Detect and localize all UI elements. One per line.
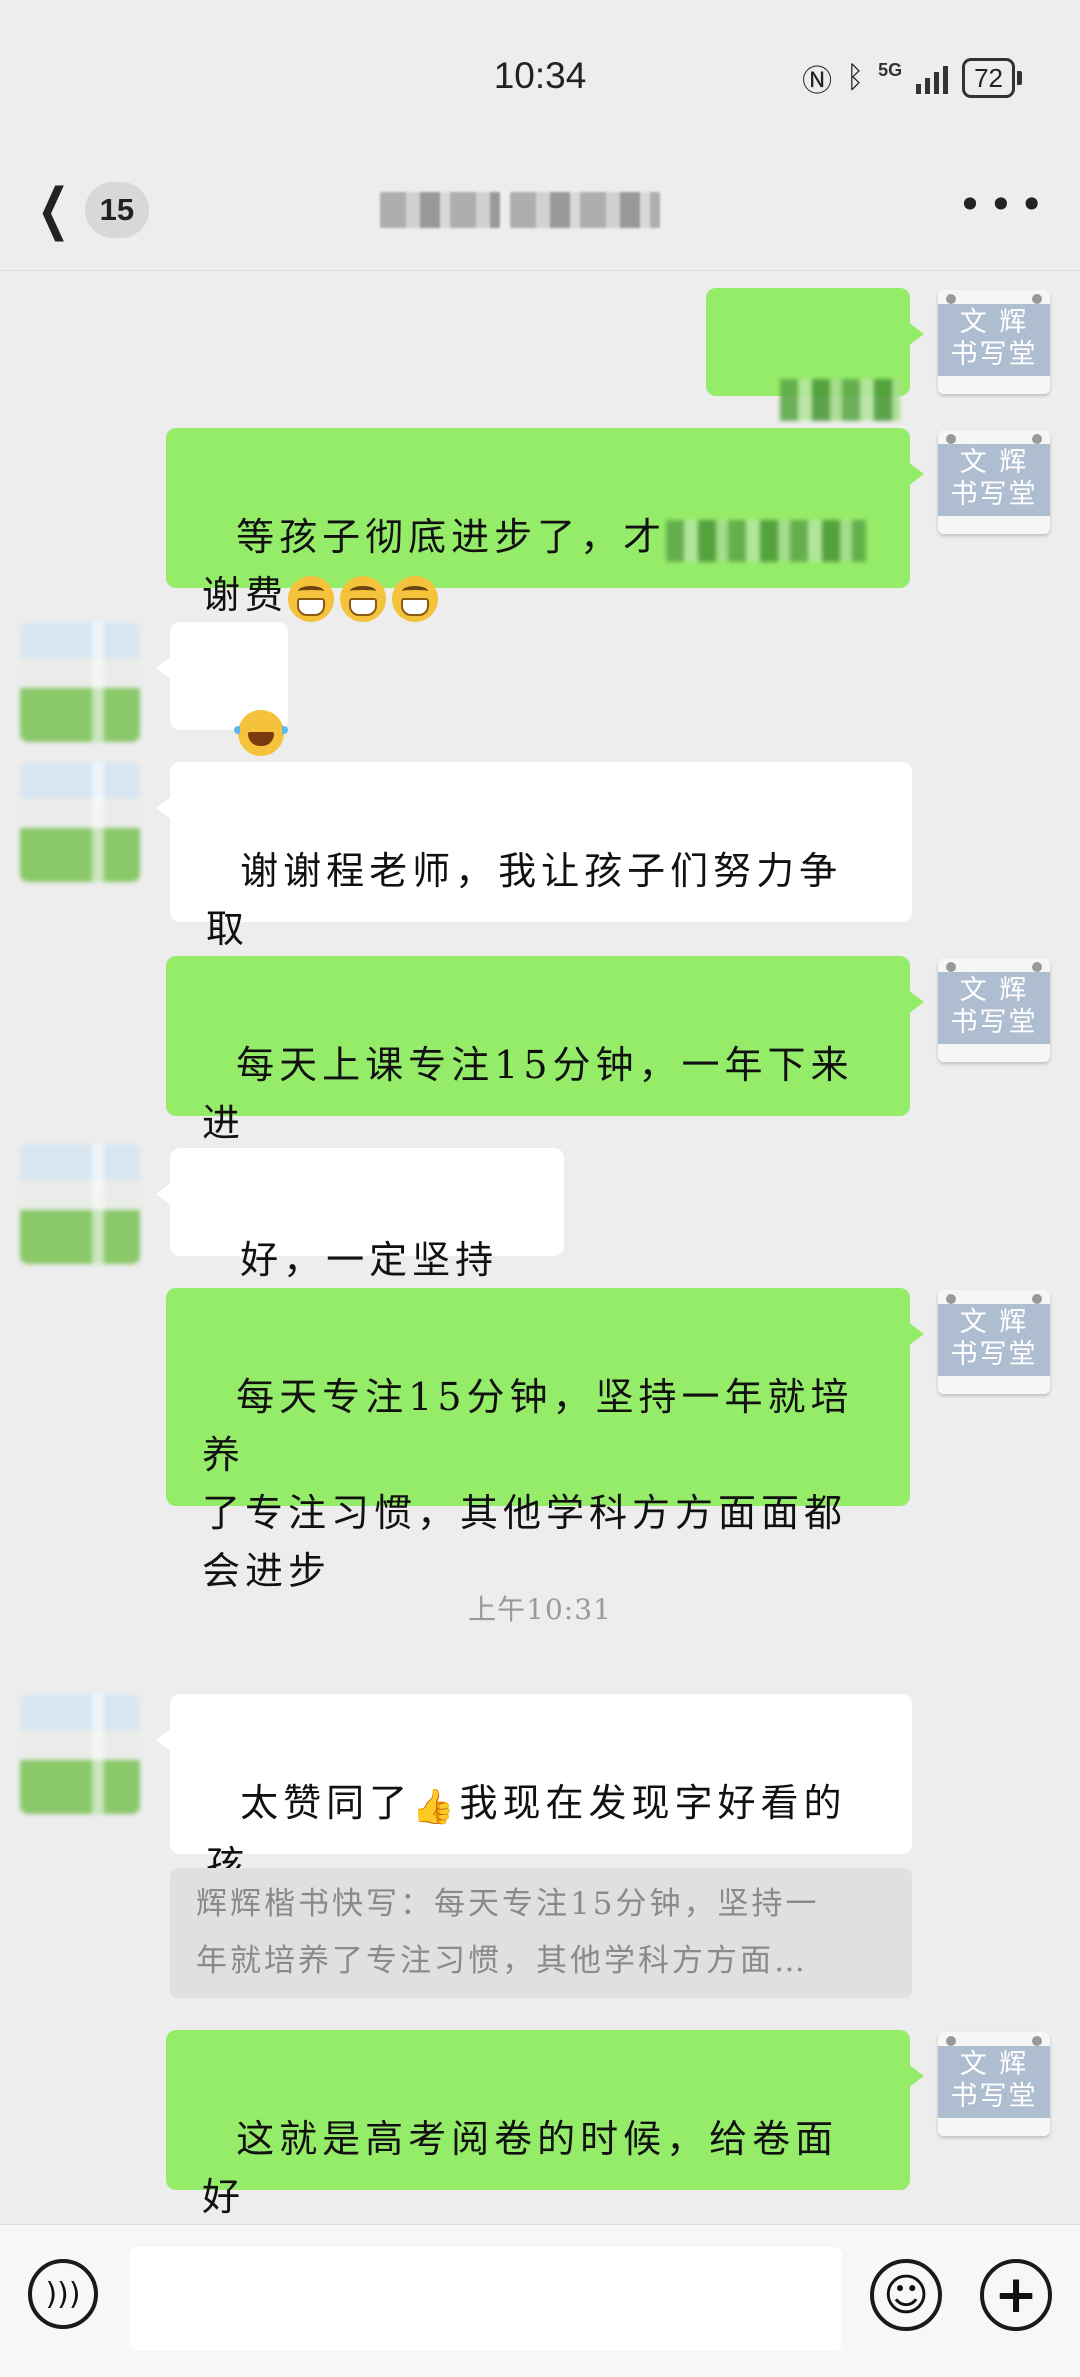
avatar-other[interactable] [20,1694,140,1814]
input-bar: ))) ☺ + [0,2224,1080,2377]
message-bubble-other[interactable]: 谢谢程老师，我让孩子们努力争取 当你的得意门生 [156,762,912,1009]
chat-header: ❮ 15 ••• [0,150,1080,271]
battery-icon: 72 [962,58,1022,98]
avatar-other[interactable] [20,762,140,882]
grinning-emoji [288,575,335,622]
message-text: 太赞同了 [240,1781,413,1825]
grinning-emoji [392,575,439,622]
message-timestamp: 上午10:31 [468,1593,612,1626]
avatar-other[interactable] [20,1144,140,1264]
grinning-emoji [340,575,387,622]
message-input[interactable] [130,2247,842,2351]
message-bubble-self[interactable]: 这就是高考阅卷的时候，给卷面好 的孩子高分的原因 [166,2030,924,2277]
chevron-left-icon: ❮ [37,177,70,242]
emoji-button[interactable]: ☺ [870,2259,942,2331]
message-bubble-other[interactable] [156,622,289,756]
more-icon: ••• [957,180,1050,229]
chat-title-redacted [380,178,700,242]
message-text: 每天专注15分钟，坚持一年就培养 了专注习惯，其他学科方方面面都 会进步 [202,1375,854,1593]
avatar-self[interactable]: 文 辉书写堂 [938,2032,1050,2136]
battery-level: 72 [962,58,1015,98]
avatar-other[interactable] [20,622,140,742]
add-button[interactable]: + [980,2259,1052,2331]
thumbs-up-emoji: 👍 [412,1786,460,1827]
nfc-icon: Ⓝ [802,65,833,98]
message-text: 等孩子彻底进步了，才 [236,515,667,559]
avatar-self[interactable]: 文 辉书写堂 [938,1290,1050,1394]
message-bubble-other[interactable]: 好，一定坚持🙏 [156,1148,564,1342]
avatar-self[interactable]: 文 辉书写堂 [938,430,1050,534]
message-bubble-self[interactable]: 每天专注15分钟，坚持一年就培养 了专注习惯，其他学科方方面面都 会进步 [166,1288,924,1593]
message-text: 谢费 [202,573,289,617]
redacted-text [666,519,867,562]
smiley-icon: ☺ [883,2269,929,2321]
message-bubble-self[interactable]: 每天上课专注15分钟，一年下来进 步就很大 [166,956,924,1203]
message-bubble-self[interactable] [706,288,924,421]
voice-input-button[interactable]: ))) [28,2259,98,2329]
message-text: 好，一定坚持 [240,1238,499,1282]
redacted-text [780,379,901,421]
message-bubble-self[interactable]: 等孩子彻底进步了，才谢费 [166,428,924,622]
quoted-message[interactable]: 辉辉楷书快写：每天专注15分钟，坚持一 年就培养了专注习惯，其他学科方方面… [170,1868,912,1998]
status-bar: 10:34 Ⓝ ᛒ 5G 72 [0,0,1080,150]
signal-icon [916,62,949,94]
message-bubble-other[interactable]: 太赞同了👍我现在发现字好看的孩 子真的不只是字好看 [156,1694,912,1945]
laughing-tears-emoji [234,710,289,756]
unread-count-badge: 15 [84,182,149,238]
more-button[interactable]: ••• [958,180,1050,229]
avatar-self[interactable]: 文 辉书写堂 [938,290,1050,394]
status-icons: Ⓝ ᛒ 5G 72 [802,56,1022,100]
plus-icon: + [994,2265,1038,2325]
network-type: 5G [878,59,903,80]
avatar-self[interactable]: 文 辉书写堂 [938,958,1050,1062]
bluetooth-icon: ᛒ [846,61,865,94]
back-button[interactable]: ❮ 15 [30,170,149,250]
voice-icon: ))) [45,2276,81,2312]
